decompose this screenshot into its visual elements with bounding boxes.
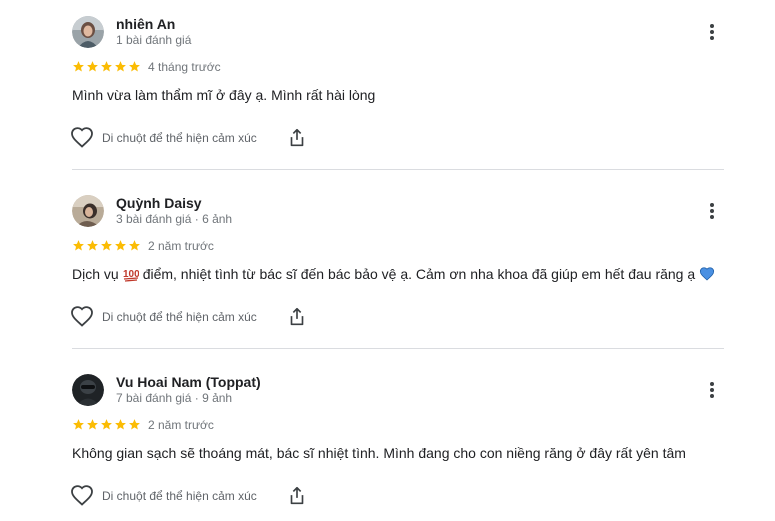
avatar[interactable] xyxy=(72,374,104,406)
star-icon xyxy=(115,419,126,430)
star-icon xyxy=(73,419,84,430)
like-button[interactable] xyxy=(70,484,94,508)
heart-outline-icon xyxy=(71,485,93,506)
star-icon xyxy=(101,419,112,430)
review-item: Vu Hoai Nam (Toppat) 7 bài đánh giá · 9 … xyxy=(0,0,775,521)
share-icon xyxy=(290,486,304,505)
more-vert-icon xyxy=(710,382,714,398)
reviewer-name[interactable]: Vu Hoai Nam (Toppat) xyxy=(116,374,261,390)
review-text: Không gian sạch sẽ thoáng mát, bác sĩ nh… xyxy=(72,445,686,461)
share-button[interactable] xyxy=(286,485,308,507)
star-icon xyxy=(87,419,98,430)
star-icon xyxy=(129,419,140,430)
star-rating xyxy=(72,418,141,431)
more-options-button[interactable] xyxy=(700,378,724,402)
review-date: 2 năm trước xyxy=(148,418,214,432)
review-text-part: Không gian sạch sẽ thoáng mát, bác sĩ nh… xyxy=(72,445,686,461)
reviewer-meta[interactable]: 7 bài đánh giá · 9 ảnh xyxy=(116,391,232,405)
react-hover-label[interactable]: Di chuột để thể hiện cảm xúc xyxy=(102,489,257,503)
